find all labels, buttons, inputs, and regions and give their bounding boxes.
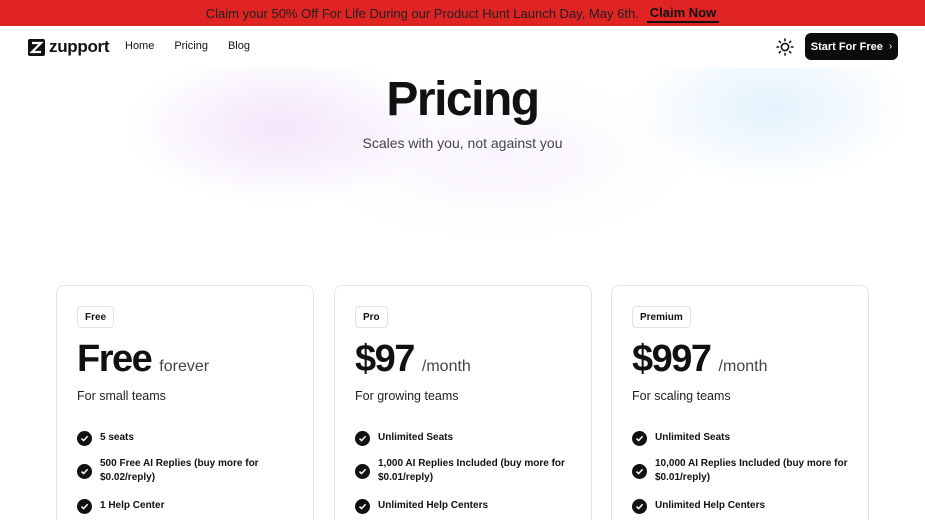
tier-badge: Pro bbox=[355, 306, 388, 328]
plan-card-pro: Pro $97 /month For growing teams Unlimit… bbox=[334, 285, 592, 520]
nav-pricing[interactable]: Pricing bbox=[174, 40, 208, 52]
feature-list: 5 seats 500 Free AI Replies (buy more fo… bbox=[77, 430, 307, 520]
plan-price: $997 bbox=[632, 338, 712, 380]
feature-item: Unlimited Help Centers bbox=[355, 498, 585, 514]
feature-text: Unlimited Seats bbox=[655, 432, 731, 443]
plan-period: /month bbox=[421, 358, 471, 375]
feature-text: 5 seats bbox=[100, 432, 134, 443]
feature-list: Unlimited Seats 1,000 AI Replies Include… bbox=[355, 430, 585, 520]
theme-toggle-button[interactable] bbox=[775, 37, 795, 57]
check-circle-icon bbox=[355, 430, 370, 446]
feature-item: 10,000 AI Replies Included (buy more for… bbox=[632, 457, 862, 485]
feature-item: 500 Free AI Replies (buy more for $0.02/… bbox=[77, 457, 307, 485]
feature-text: 500 Free AI Replies (buy more for $0.02/… bbox=[100, 458, 259, 483]
price-row: $997 /month bbox=[632, 338, 767, 380]
page-subtitle: Scales with you, not against you bbox=[362, 135, 563, 151]
plan-period: forever bbox=[159, 358, 210, 375]
sun-icon bbox=[776, 38, 794, 56]
plan-price: $97 bbox=[355, 338, 415, 380]
nav-blog[interactable]: Blog bbox=[228, 40, 250, 52]
feature-list: Unlimited Seats 10,000 AI Replies Includ… bbox=[632, 430, 862, 520]
feature-text: 10,000 AI Replies Included (buy more for… bbox=[655, 458, 848, 483]
tier-badge: Free bbox=[77, 306, 115, 328]
feature-item: 5 seats bbox=[77, 430, 307, 446]
feature-item: 1,000 AI Replies Included (buy more for … bbox=[355, 457, 585, 485]
site-header: zupport Home Pricing Blog Start For Free… bbox=[0, 26, 925, 68]
tier-badge: Premium bbox=[632, 306, 691, 328]
feature-text: 1 Help Center bbox=[100, 500, 165, 511]
promo-text: Claim your 50% Off For Life During our P… bbox=[205, 5, 639, 21]
plan-card-free: Free Free forever For small teams 5 seat… bbox=[56, 285, 314, 520]
plan-audience: For growing teams bbox=[355, 389, 459, 403]
feature-item: Unlimited Seats bbox=[632, 430, 862, 446]
plan-period: /month bbox=[718, 358, 768, 375]
plan-audience: For small teams bbox=[77, 389, 166, 403]
feature-item: Unlimited Help Centers bbox=[632, 498, 862, 514]
page-title: Pricing bbox=[386, 73, 540, 126]
price-row: Free forever bbox=[77, 338, 209, 380]
feature-item: Unlimited Seats bbox=[355, 430, 585, 446]
promo-banner: Claim your 50% Off For Life During our P… bbox=[0, 0, 925, 26]
logo-icon bbox=[28, 38, 45, 56]
price-row: $97 /month bbox=[355, 338, 471, 380]
check-circle-icon bbox=[632, 463, 647, 479]
logo[interactable]: zupport bbox=[28, 37, 110, 57]
plan-card-premium: Premium $997 /month For scaling teams Un… bbox=[611, 285, 869, 520]
feature-text: Unlimited Seats bbox=[378, 432, 454, 443]
feature-text: Unlimited Help Centers bbox=[378, 500, 489, 511]
feature-item: 1 Help Center bbox=[77, 498, 307, 514]
check-circle-icon bbox=[77, 498, 92, 514]
plan-price: Free bbox=[77, 338, 153, 380]
check-circle-icon bbox=[632, 498, 647, 514]
feature-text: 1,000 AI Replies Included (buy more for … bbox=[378, 458, 565, 483]
chevron-right-icon: › bbox=[888, 41, 893, 52]
check-circle-icon bbox=[632, 430, 647, 446]
check-circle-icon bbox=[355, 498, 370, 514]
plan-audience: For scaling teams bbox=[632, 389, 731, 403]
claim-now-link[interactable]: Claim Now bbox=[646, 5, 720, 23]
start-for-free-label: Start For Free bbox=[810, 40, 883, 53]
logo-text: zupport bbox=[49, 37, 110, 56]
main-nav: Home Pricing Blog bbox=[125, 40, 270, 52]
feature-text: Unlimited Help Centers bbox=[655, 500, 766, 511]
check-circle-icon bbox=[355, 463, 370, 479]
start-for-free-button[interactable]: Start For Free › bbox=[805, 33, 898, 60]
nav-home[interactable]: Home bbox=[125, 40, 154, 52]
check-circle-icon bbox=[77, 430, 92, 446]
check-circle-icon bbox=[77, 463, 92, 479]
